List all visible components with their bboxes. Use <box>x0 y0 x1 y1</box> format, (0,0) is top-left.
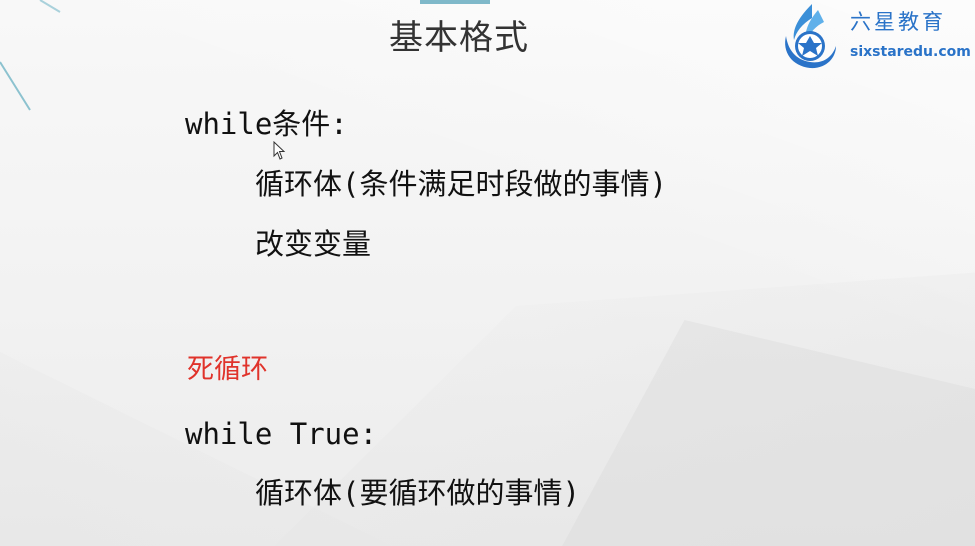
presentation-slide: 基本格式 六星教育 sixstaredu.com while条件: 循环体(条件… <box>0 0 975 546</box>
mouse-pointer-icon <box>273 141 286 160</box>
code-line-while-true: while True: <box>185 417 378 451</box>
code-line-dead-loop-body: 循环体(要循环做的事情) <box>255 476 580 510</box>
brand-url: sixstaredu.com <box>850 44 971 60</box>
code-line-loop-body: 循环体(条件满足时段做的事情) <box>255 167 667 201</box>
brand-name: 六星教育 <box>850 10 946 34</box>
dead-loop-label: 死循环 <box>187 354 268 385</box>
brand-logo: 六星教育 sixstaredu.com <box>778 0 971 72</box>
code-line-while-condition: while条件: <box>185 107 348 141</box>
code-line-change-variable: 改变变量 <box>255 227 372 261</box>
sixstar-logo-icon <box>785 4 836 69</box>
background-highlight <box>0 0 975 546</box>
top-accent-tab <box>420 0 490 4</box>
